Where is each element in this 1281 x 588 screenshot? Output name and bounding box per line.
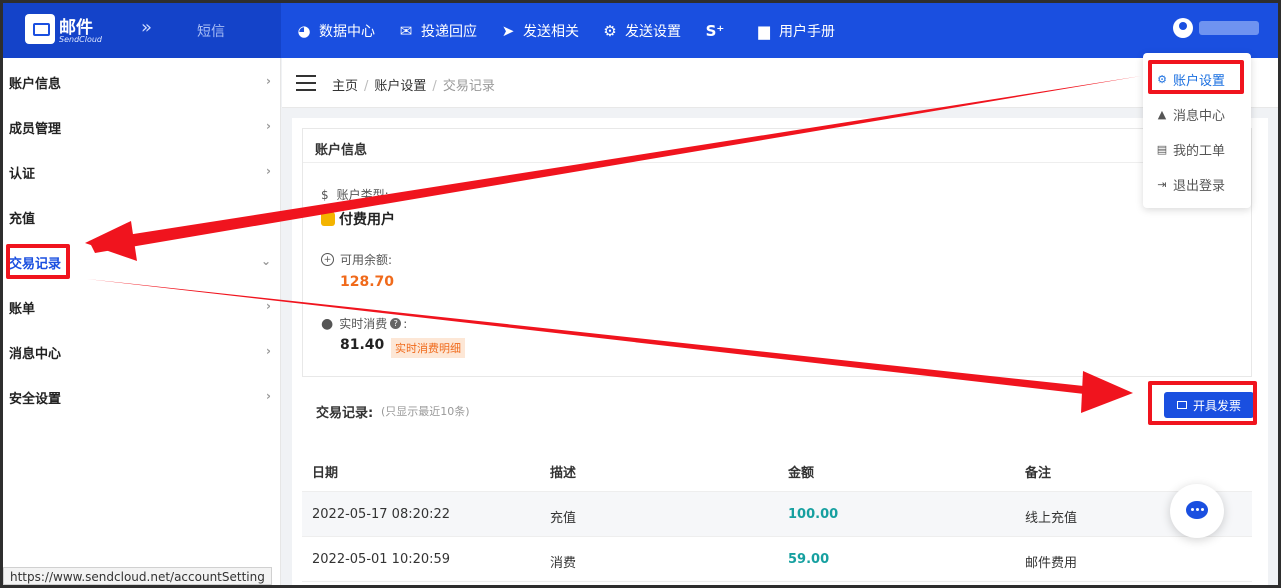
arrow-to-invoice-head: [1081, 371, 1133, 413]
arrow-to-invoice: [87, 279, 1093, 395]
status-bar-url: https://www.sendcloud.net/accountSetting: [3, 567, 272, 585]
arrow-to-transactions-head: [85, 221, 137, 261]
annotation-arrows: [85, 76, 1141, 413]
app-window: 邮件 SendCloud » 短信 ◕ 数据中心 ✉ 投递回应 ➤ 发送相关 ⚙…: [3, 3, 1278, 585]
arrow-to-transactions: [89, 76, 1141, 253]
